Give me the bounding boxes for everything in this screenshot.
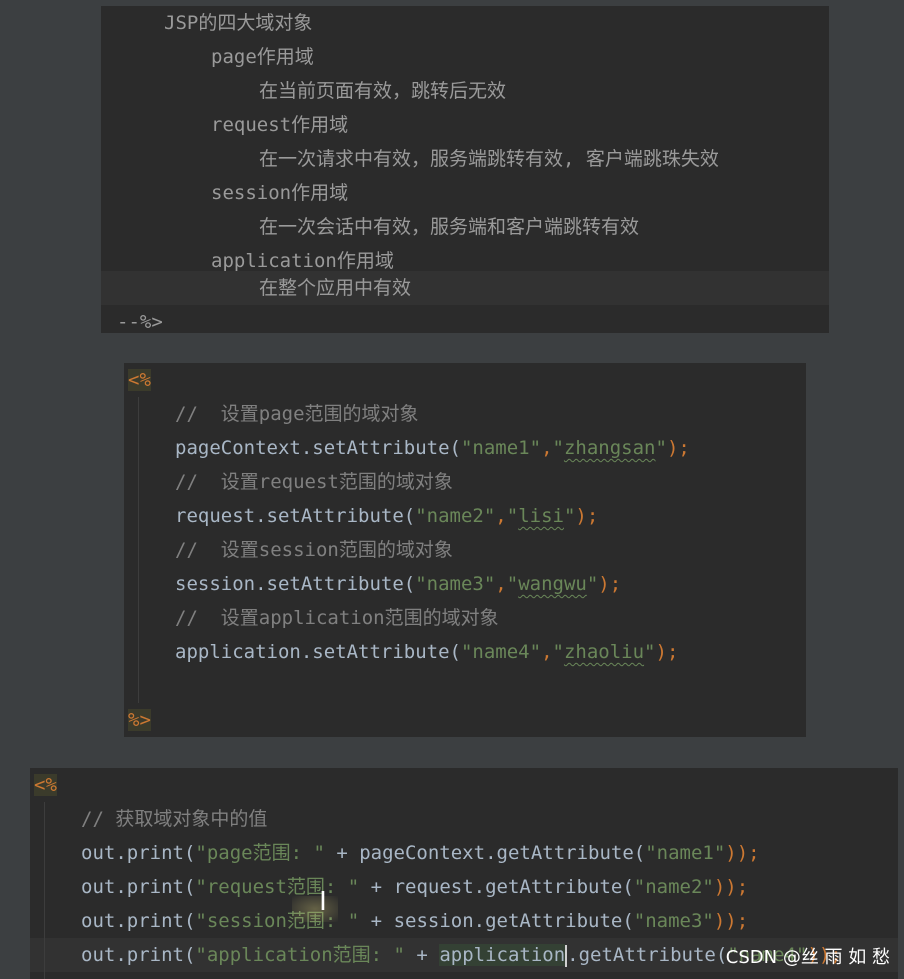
watermark: CSDN @丝 雨 如 愁 [725,947,890,968]
jsp-comment-panel: JSP的四大域对象 page作用域 在当前页面有效，跳转后无效 request作… [101,6,829,333]
scriptlet-close-tag: %> [128,709,151,731]
comment-line-current[interactable]: 在整个应用中有效 [101,271,829,305]
code-line[interactable]: pageContext.setAttribute("name1","zhangs… [124,431,806,465]
comment-line: 在一次请求中有效，服务端跳转有效, 客户端跳珠失效 [259,148,719,170]
scriptlet-open-tag: <% [128,369,151,391]
scriptlet-open-tag: <% [34,774,57,796]
code-line[interactable]: application.setAttribute("name4","zhaoli… [124,635,806,669]
code-comment: // 设置application范围的域对象 [175,607,499,629]
comment-line: 在一次会话中有效，服务端和客户端跳转有效 [259,216,640,238]
code-line[interactable]: out.print("session范围: " + session.getAtt… [30,904,898,938]
code-comment: // 获取域对象中的值 [81,808,268,830]
code-comment: // 设置request范围的域对象 [175,471,453,493]
comment-line: JSP的四大域对象 [164,12,313,34]
code-comment: // 设置session范围的域对象 [175,539,453,561]
code-line[interactable]: session.setAttribute("name3","wangwu"); [124,567,806,601]
comment-line: session作用域 [211,182,349,204]
comment-close: --%> [117,311,163,333]
set-attribute-scriptlet: <% // 设置page范围的域对象 pageContext.setAttrib… [124,363,806,737]
code-line[interactable]: out.print("page范围: " + pageContext.getAt… [30,836,898,870]
comment-line: 在当前页面有效，跳转后无效 [259,80,507,102]
code-comment: // 设置page范围的域对象 [175,403,419,425]
comment-line: page作用域 [211,46,314,68]
ibeam-cursor-icon: I [319,887,327,917]
code-line[interactable]: out.print("request范围: " + request.getAtt… [30,870,898,904]
comment-line: request作用域 [211,114,349,136]
code-line[interactable]: request.setAttribute("name2","lisi"); [124,499,806,533]
identifier-highlight: application [439,944,566,966]
